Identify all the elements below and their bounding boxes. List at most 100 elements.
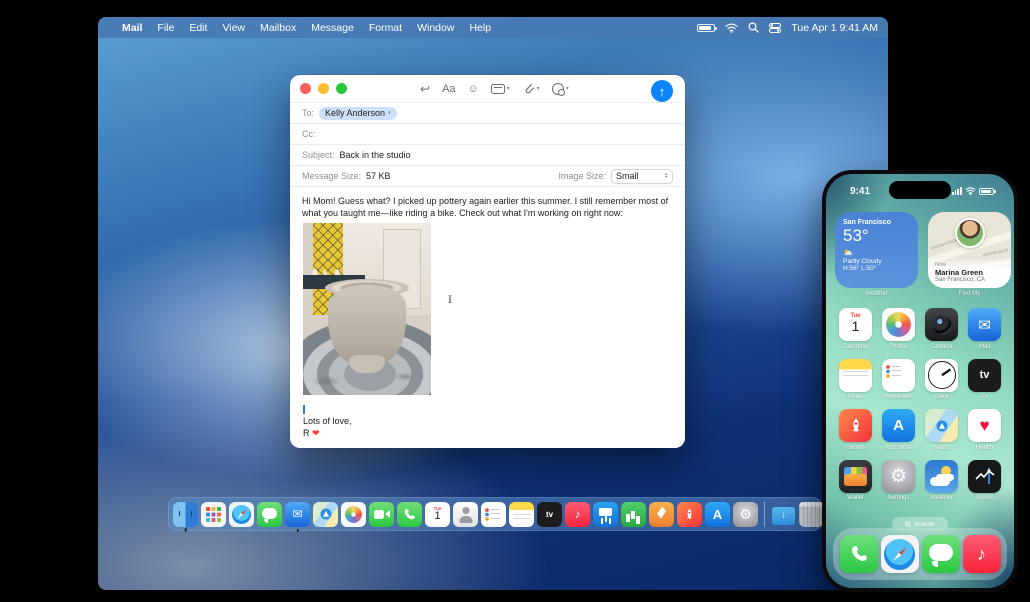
message-body[interactable]: Hi Mom! Guess what? I picked up pottery … <box>290 186 685 438</box>
menu-window[interactable]: Window <box>417 22 454 34</box>
app-reminders[interactable]: Reminders <box>877 358 920 400</box>
iphone-dock-safari[interactable] <box>880 535 919 573</box>
app-label: Weather <box>930 495 953 501</box>
dock-icon-facetime[interactable] <box>369 501 394 527</box>
paperclip-icon <box>525 83 534 94</box>
insertion-caret <box>303 405 305 414</box>
cc-field[interactable]: Cc: <box>290 123 685 144</box>
undo-button[interactable]: ↩ <box>420 82 430 96</box>
app-health[interactable]: ♥ Health <box>963 409 1006 451</box>
dock-icon-numbers[interactable] <box>621 501 646 527</box>
app-clock[interactable]: Clock <box>920 358 963 400</box>
minimize-window-button[interactable] <box>318 83 329 94</box>
dock-icon-launchpad[interactable] <box>201 501 226 527</box>
dock-icon-settings[interactable]: ⚙ <box>733 501 758 527</box>
emoji-button[interactable]: ☺ <box>468 83 479 95</box>
dock-icon-music[interactable]: ♪ <box>565 501 590 527</box>
app-camera[interactable]: Camera <box>920 308 963 350</box>
menu-message[interactable]: Message <box>311 22 354 34</box>
iphone-dock-messages[interactable] <box>921 535 960 573</box>
app-settings[interactable]: ⚙ Settings <box>877 459 920 501</box>
app-photos[interactable]: Photos <box>877 308 920 350</box>
music-note-icon: ♪ <box>977 543 986 564</box>
zoom-window-button[interactable] <box>336 83 347 94</box>
dock-icon-finder[interactable] <box>173 501 198 527</box>
dock-icon-reminders[interactable] <box>481 501 506 527</box>
dock-icon-messages[interactable] <box>257 501 282 527</box>
findmy-widget[interactable]: MARINA GREEN DR MARINA BLVD Now Marina G… <box>928 212 1011 288</box>
subject-field[interactable]: Subject: Back in the studio <box>290 144 685 165</box>
iphone-dock: ♪ <box>833 528 1007 580</box>
menu-help[interactable]: Help <box>469 22 491 34</box>
app-games[interactable]: Games <box>834 409 877 451</box>
dock-icon-contacts[interactable] <box>453 501 478 527</box>
menu-view[interactable]: View <box>222 22 245 34</box>
to-field[interactable]: To: Kelly Anderson ▾ <box>290 102 685 123</box>
dock-icon-downloads[interactable] <box>771 502 796 527</box>
app-wallet[interactable]: Wallet <box>834 459 877 501</box>
menu-format[interactable]: Format <box>369 22 402 34</box>
app-label: Reminders <box>883 394 913 400</box>
findmy-location: San Francisco, CA <box>935 277 986 283</box>
search-icon[interactable] <box>748 22 760 33</box>
dock-icon-mail[interactable]: ✉ <box>285 501 310 527</box>
app-calendar[interactable]: Tue 1 Calendar <box>834 308 877 350</box>
menu-bar-clock[interactable]: Tue Apr 1 9:41 AM <box>791 22 878 34</box>
iphone-dock-music[interactable]: ♪ <box>962 535 1001 573</box>
map-street-name: MARINA BLVD <box>982 247 1010 258</box>
iphone-device: 9:41 San Francisco 53° ⛅ Partly Cloudy H… <box>822 170 1018 592</box>
app-notes[interactable]: Notes <box>834 358 877 400</box>
image-size-select[interactable]: Small ▲ ▼ <box>611 168 673 184</box>
dock-icon-tv[interactable]: tv <box>537 501 562 527</box>
dock-icon-pages[interactable] <box>649 501 674 527</box>
battery-icon[interactable] <box>697 23 718 32</box>
dock-icon-app-store[interactable]: A <box>705 501 730 527</box>
menu-mail[interactable]: Mail <box>122 22 142 34</box>
wifi-icon[interactable] <box>725 23 738 33</box>
iphone-clock: 9:41 <box>850 185 871 197</box>
chevron-down-icon: ▾ <box>388 110 391 116</box>
iphone-dock-phone[interactable] <box>839 535 878 573</box>
attach-file-button[interactable]: ▾ <box>522 82 540 95</box>
header-fields-button[interactable]: ▾ <box>490 83 510 94</box>
control-center-icon[interactable] <box>769 22 782 33</box>
dock-icon-keynote[interactable] <box>593 501 618 527</box>
menu-edit[interactable]: Edit <box>189 22 207 34</box>
dock-icon-games[interactable] <box>677 501 702 527</box>
menu-bar: Mail File Edit View Mailbox Message Form… <box>98 17 888 38</box>
menu-mailbox[interactable]: Mailbox <box>260 22 296 34</box>
weather-temp: 53° <box>843 226 869 245</box>
app-weather[interactable]: Weather <box>920 459 963 501</box>
send-button[interactable]: ↑ <box>651 80 673 102</box>
compose-toolbar: ↩ Aa ☺ ▾ ▾ ▾ <box>420 75 569 102</box>
app-store-a-icon: A <box>712 506 723 522</box>
dock-icon-maps[interactable] <box>313 501 338 527</box>
pottery-photo-attachment[interactable] <box>303 223 431 395</box>
settings-app-icon: ⚙ <box>882 459 915 493</box>
insert-media-button[interactable]: ▾ <box>551 82 569 96</box>
recipient-pill[interactable]: Kelly Anderson ▾ <box>319 106 397 120</box>
app-store-app-icon: A <box>882 409 915 442</box>
dock-icon-phone[interactable] <box>397 501 422 527</box>
dock-icon-safari[interactable] <box>229 501 254 527</box>
app-mail[interactable]: ✉ Mail <box>963 308 1006 350</box>
app-stocks[interactable]: Stocks <box>963 459 1006 501</box>
app-label: Games <box>845 444 866 451</box>
envelope-icon: ✉ <box>978 316 991 334</box>
app-maps[interactable]: Maps <box>920 409 963 451</box>
text-cursor-ibeam: I <box>448 295 452 306</box>
app-label: Mail <box>978 343 990 350</box>
menu-file[interactable]: File <box>157 22 174 34</box>
reminders-app-icon <box>882 358 915 392</box>
app-tv[interactable]: tv TV <box>963 358 1006 400</box>
photos-app-icon <box>882 308 915 341</box>
dock-icon-calendar[interactable]: Tue 1 <box>425 501 450 527</box>
dock-icon-photos[interactable] <box>341 501 366 527</box>
app-app-store[interactable]: A App Store <box>877 409 920 451</box>
dock-icon-notes[interactable] <box>509 501 534 527</box>
weather-widget[interactable]: San Francisco 53° ⛅ Partly Cloudy H:56° … <box>835 212 918 288</box>
text-format-button[interactable]: Aa <box>442 83 455 95</box>
window-titlebar[interactable]: ↩ Aa ☺ ▾ ▾ ▾ ↑ <box>290 75 685 102</box>
dock-icon-trash[interactable] <box>799 501 824 527</box>
close-window-button[interactable] <box>300 83 311 94</box>
